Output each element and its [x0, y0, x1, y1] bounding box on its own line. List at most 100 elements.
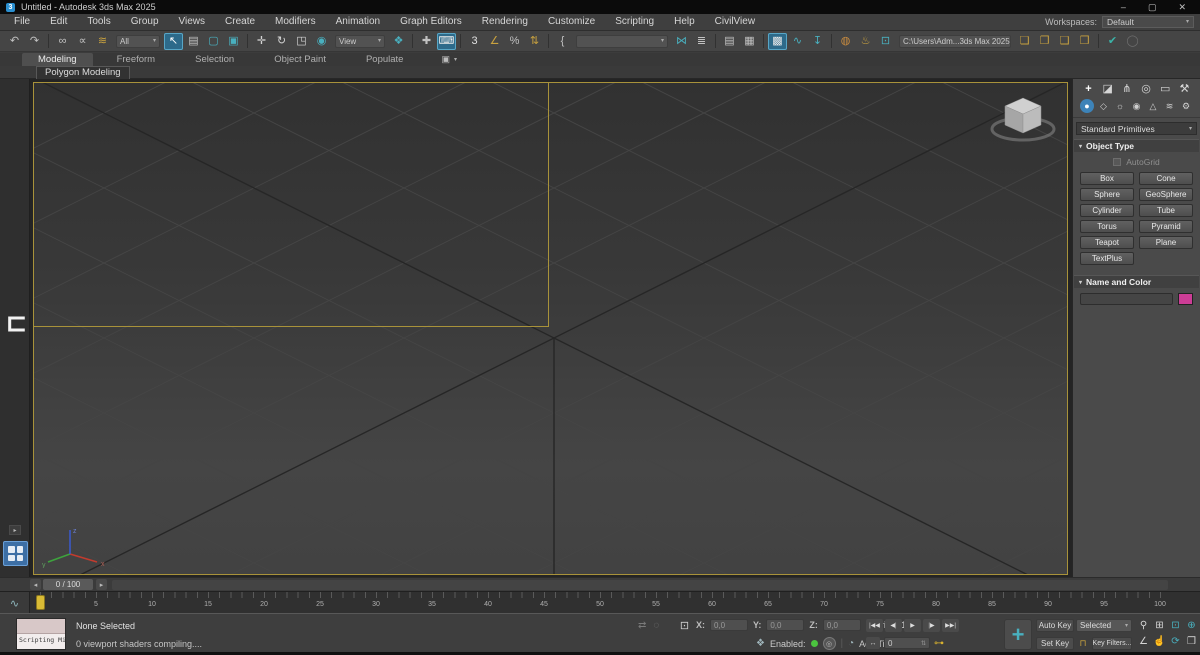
menu-item[interactable]: Modifiers	[265, 14, 326, 30]
degradation-toggle-icon[interactable]: ◎	[823, 637, 836, 650]
orbit-icon[interactable]: ⟳	[1168, 635, 1183, 649]
modify-tab-icon[interactable]: ◪	[1100, 83, 1115, 96]
rendered-frame-icon[interactable]: ⊡	[876, 33, 895, 50]
object-type-button[interactable]: TextPlus	[1080, 252, 1134, 265]
undo-icon[interactable]: ↶	[5, 33, 24, 50]
auto-key-button[interactable]: Auto Key	[1036, 619, 1074, 632]
ribbon-tab[interactable]: Modeling	[22, 53, 93, 66]
motion-tab-icon[interactable]: ◎	[1139, 83, 1154, 96]
ribbon-tab[interactable]: Object Paint	[258, 53, 342, 66]
hierarchy-tab-icon[interactable]: ⋔	[1119, 83, 1134, 96]
shapes-category-icon[interactable]: ◇	[1097, 99, 1111, 113]
selection-lock-icon[interactable]: ⇄	[638, 620, 646, 631]
menu-item[interactable]: Views	[169, 14, 216, 30]
window-pencil-icon[interactable]: ❑	[1055, 33, 1074, 50]
select-and-rotate-icon[interactable]: ↻	[272, 33, 291, 50]
object-type-button[interactable]: GeoSphere	[1139, 188, 1193, 201]
redo-icon[interactable]: ↷	[25, 33, 44, 50]
menu-item[interactable]: CivilView	[705, 14, 765, 30]
selection-filter-dropdown[interactable]: All▾	[116, 35, 160, 48]
absolute-mode-toggle-icon[interactable]: ⊡	[678, 619, 691, 632]
menu-item[interactable]: Create	[215, 14, 265, 30]
spinner-snap-icon[interactable]: ⇅	[525, 33, 544, 50]
layer-explorer-icon[interactable]: ▦	[740, 33, 759, 50]
set-key-filters-icon[interactable]: ⊓	[1076, 637, 1090, 650]
ribbon-tab[interactable]: Selection	[179, 53, 250, 66]
select-and-link-icon[interactable]: ∞	[53, 33, 72, 50]
select-by-name-icon[interactable]: ▤	[184, 33, 203, 50]
play-icon[interactable]: ▶	[904, 619, 921, 632]
angle-snap-icon[interactable]: ∠	[485, 33, 504, 50]
autogrid-checkbox[interactable]	[1113, 158, 1121, 166]
geometry-category-icon[interactable]: ●	[1080, 99, 1094, 113]
zoom-icon[interactable]: ⚲	[1136, 619, 1151, 633]
object-type-button[interactable]: Pyramid	[1139, 220, 1193, 233]
add-keys-button[interactable]: +	[1004, 619, 1032, 650]
utilities-tab-icon[interactable]: ⚒	[1177, 83, 1192, 96]
cameras-category-icon[interactable]: ◉	[1130, 99, 1144, 113]
edit-named-selections-icon[interactable]: {	[553, 33, 572, 50]
go-end-icon[interactable]: ▶▶|	[942, 619, 959, 632]
maximize-icon[interactable]: ▢	[1148, 0, 1157, 14]
zoom-extents-all-icon[interactable]: ⊕	[1184, 619, 1199, 633]
frame-forward-button[interactable]: ▸	[96, 579, 107, 590]
menu-item[interactable]: Graph Editors	[390, 14, 472, 30]
project-folder-dropdown[interactable]: C:\Users\Adm...3ds Max 2025▾	[899, 35, 1011, 48]
ribbon-minimize-icon[interactable]: ▣	[441, 54, 450, 65]
ribbon-tab[interactable]: Populate	[350, 53, 420, 66]
curve-editor-icon[interactable]: ∿	[788, 33, 807, 50]
menu-item[interactable]: Edit	[40, 14, 77, 30]
name-color-rollout-header[interactable]: ▾ Name and Color	[1074, 275, 1199, 288]
spinner-icon[interactable]: ⇅	[921, 640, 926, 647]
helpers-category-icon[interactable]: △	[1146, 99, 1160, 113]
zoom-extents-icon[interactable]: ⊡	[1168, 619, 1183, 633]
selection-cycle-icon[interactable]: ◌	[653, 620, 659, 631]
mirror-icon[interactable]: ⋈	[672, 33, 691, 50]
window-pin-icon[interactable]: ❒	[1075, 33, 1094, 50]
maxscript-mini-listener[interactable]: Scripting Mi	[16, 618, 66, 650]
percent-snap-icon[interactable]: %	[505, 33, 524, 50]
maximize-viewport-icon[interactable]: ❒	[1184, 635, 1199, 649]
menu-item[interactable]: Scripting	[605, 14, 664, 30]
material-editor-icon[interactable]: ◍	[836, 33, 855, 50]
window-crossing-icon[interactable]: ▣	[224, 33, 243, 50]
select-and-move-icon[interactable]: ✛	[252, 33, 271, 50]
use-pivot-center-icon[interactable]: ❖	[389, 33, 408, 50]
close-icon[interactable]: ✕	[1178, 0, 1186, 14]
object-type-button[interactable]: Cone	[1139, 172, 1193, 185]
key-filters-button[interactable]: Key Filters...	[1092, 637, 1132, 650]
object-type-button[interactable]: Tube	[1139, 204, 1193, 217]
default-in-out-tangent-icon[interactable]: ⊶	[934, 638, 944, 649]
object-type-button[interactable]: Cylinder	[1080, 204, 1134, 217]
object-color-swatch[interactable]	[1178, 293, 1193, 305]
primitive-type-dropdown[interactable]: Standard Primitives ▾	[1076, 122, 1197, 135]
viewport-quality-icon[interactable]: ❖	[756, 638, 765, 649]
selection-set-dropdown[interactable]: Selected ▾	[1076, 619, 1132, 632]
display-tab-icon[interactable]: ▭	[1158, 83, 1173, 96]
y-field[interactable]: 0,0	[766, 619, 804, 631]
minimize-icon[interactable]: –	[1121, 0, 1126, 14]
menu-item[interactable]: File	[4, 14, 40, 30]
set-key-button[interactable]: Set Key	[1036, 637, 1074, 650]
systems-category-icon[interactable]: ⚙	[1179, 99, 1193, 113]
macro-recorder-pane[interactable]	[17, 619, 65, 634]
select-and-manipulate-icon[interactable]: ✚	[417, 33, 436, 50]
next-frame-icon[interactable]: |▶	[923, 619, 940, 632]
render-disabled-icon[interactable]: ◯	[1123, 33, 1142, 50]
render-setup-icon[interactable]: ♨	[856, 33, 875, 50]
menu-item[interactable]: Rendering	[472, 14, 538, 30]
time-ruler[interactable]: 5101520253035404550556065707580859095100	[32, 592, 1170, 614]
pan-icon[interactable]: ☝	[1152, 635, 1167, 649]
lights-category-icon[interactable]: ☼	[1113, 99, 1127, 113]
track-bar[interactable]	[112, 580, 1168, 590]
reference-coordinate-dropdown[interactable]: View▾	[335, 35, 385, 48]
schematic-view-icon[interactable]: ↧	[808, 33, 827, 50]
select-and-place-icon[interactable]: ◉	[312, 33, 331, 50]
viewcube[interactable]	[987, 89, 1059, 145]
named-selection-dropdown[interactable]: ▾	[576, 35, 668, 48]
polygon-modeling-icon[interactable]: ⊏	[6, 311, 27, 336]
object-type-button[interactable]: Box	[1080, 172, 1134, 185]
select-object-icon[interactable]: ↖	[164, 33, 183, 50]
strip-expand-arrow-icon[interactable]: ▸	[9, 525, 21, 535]
x-field[interactable]: 0,0	[710, 619, 748, 631]
